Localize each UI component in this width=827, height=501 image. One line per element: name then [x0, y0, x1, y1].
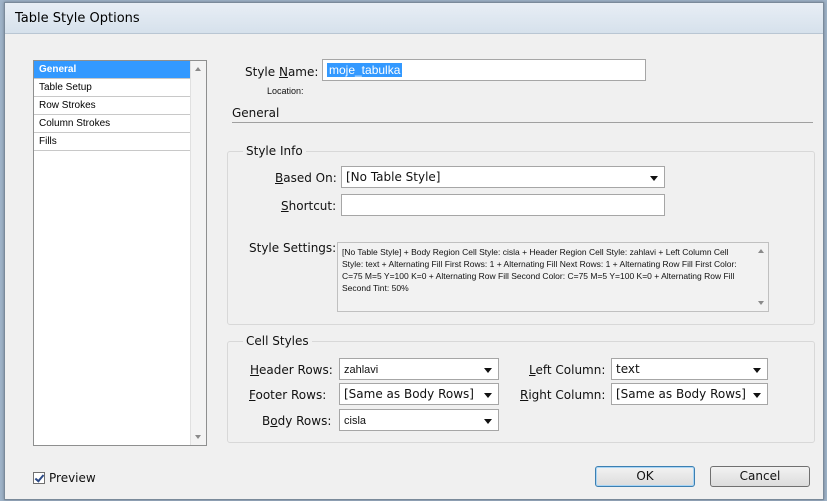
based-on-value: [No Table Style] — [346, 170, 441, 184]
checkmark-icon — [34, 472, 45, 483]
location-label: Location: — [267, 86, 304, 96]
header-rows-label: Header Rows: — [250, 363, 333, 377]
body-rows-select[interactable]: cisla — [339, 409, 499, 431]
footer-rows-label: Footer Rows: — [249, 388, 327, 402]
style-name-label: Style Name: — [245, 65, 319, 79]
left-column-select[interactable]: text — [611, 358, 768, 380]
preview-label[interactable]: Preview — [49, 471, 96, 485]
style-name-input[interactable]: moje_tabulka — [322, 59, 646, 81]
style-settings-label: Style Settings: — [249, 241, 337, 255]
sidebar-item-table-setup[interactable]: Table Setup — [34, 79, 191, 97]
based-on-label: Based On: — [275, 171, 337, 185]
section-divider — [232, 122, 813, 123]
right-column-label: Right Column: — [520, 388, 606, 402]
chevron-down-icon — [753, 368, 761, 373]
style-settings-text-area[interactable]: [No Table Style] + Body Region Cell Styl… — [337, 242, 769, 312]
cell-styles-title: Cell Styles — [243, 334, 312, 348]
chevron-down-icon — [650, 176, 658, 181]
chevron-down-icon — [753, 393, 761, 398]
style-name-value: moje_tabulka — [327, 63, 403, 77]
based-on-select[interactable]: [No Table Style] — [341, 166, 665, 188]
ok-button[interactable]: OK — [595, 466, 695, 487]
footer-rows-value: [Same as Body Rows] — [344, 387, 474, 401]
category-list[interactable]: General Table Setup Row Strokes Column S… — [33, 60, 207, 446]
window-title: Table Style Options — [15, 11, 140, 26]
left-column-label: Left Column: — [529, 363, 606, 377]
chevron-down-icon — [484, 419, 492, 424]
table-style-options-dialog: Table Style Options General Table Setup … — [4, 2, 824, 500]
chevron-down-icon — [484, 368, 492, 373]
style-info-title: Style Info — [243, 144, 306, 158]
right-column-select[interactable]: [Same as Body Rows] — [611, 383, 768, 405]
body-rows-value: cisla — [344, 415, 367, 427]
scroll-down-arrow-icon[interactable] — [758, 301, 764, 305]
header-rows-value: zahlavi — [344, 364, 379, 376]
scroll-down-arrow-icon[interactable] — [195, 435, 201, 439]
right-column-value: [Same as Body Rows] — [616, 387, 746, 401]
scroll-up-arrow-icon[interactable] — [195, 67, 201, 71]
cancel-button[interactable]: Cancel — [710, 466, 810, 487]
body-rows-label: Body Rows: — [262, 414, 332, 428]
style-settings-text: [No Table Style] + Body Region Cell Styl… — [342, 247, 737, 293]
header-rows-select[interactable]: zahlavi — [339, 358, 499, 380]
sidebar-item-general[interactable]: General — [34, 61, 191, 79]
chevron-down-icon — [484, 393, 492, 398]
sidebar-item-fills[interactable]: Fills — [34, 133, 191, 151]
shortcut-input[interactable] — [341, 194, 665, 216]
left-column-value: text — [616, 362, 640, 376]
shortcut-label: Shortcut: — [281, 199, 337, 213]
sidebar-item-column-strokes[interactable]: Column Strokes — [34, 115, 191, 133]
title-bar[interactable]: Table Style Options — [5, 3, 823, 34]
preview-checkbox[interactable] — [33, 472, 45, 484]
sidebar-item-row-strokes[interactable]: Row Strokes — [34, 97, 191, 115]
scroll-up-arrow-icon[interactable] — [758, 249, 764, 253]
style-settings-scrollbar[interactable] — [754, 243, 768, 311]
category-list-scrollbar[interactable] — [190, 61, 206, 445]
footer-rows-select[interactable]: [Same as Body Rows] — [339, 383, 499, 405]
section-title-general: General — [232, 106, 280, 120]
